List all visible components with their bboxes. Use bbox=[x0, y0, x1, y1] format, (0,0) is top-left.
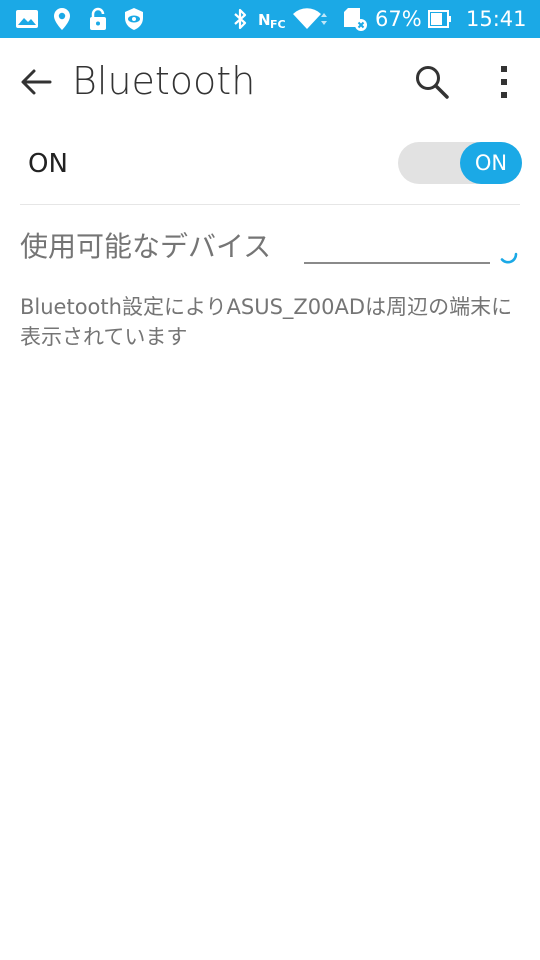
sd-card-icon bbox=[342, 7, 368, 31]
back-button[interactable] bbox=[14, 60, 58, 104]
section-divider bbox=[304, 262, 490, 264]
bluetooth-toggle-row[interactable]: ON ON bbox=[20, 124, 522, 205]
visibility-info-text: Bluetooth設定によりASUS_Z00ADは周辺の端末に表示されています bbox=[20, 295, 513, 349]
page-title: Bluetooth bbox=[72, 59, 256, 103]
toggle-label: ON bbox=[28, 149, 68, 179]
clock: 15:41 bbox=[466, 7, 527, 31]
available-devices-title: 使用可能なデバイス bbox=[20, 230, 272, 263]
svg-text:FC: FC bbox=[270, 18, 286, 31]
arrow-back-icon bbox=[21, 69, 52, 95]
location-icon bbox=[50, 7, 74, 31]
bluetooth-icon bbox=[230, 7, 250, 31]
battery-icon bbox=[428, 7, 452, 31]
loading-spinner-icon bbox=[500, 252, 518, 264]
status-bar: N FC 67% 15:41 bbox=[0, 0, 540, 38]
battery-percent: 67% bbox=[375, 7, 422, 31]
wifi-icon bbox=[292, 7, 328, 31]
nfc-icon: N FC bbox=[256, 7, 288, 31]
image-icon bbox=[14, 7, 40, 31]
search-icon bbox=[416, 66, 449, 99]
lock-open-icon bbox=[86, 7, 110, 31]
switch-knob: ON bbox=[460, 142, 522, 184]
bluetooth-switch[interactable]: ON bbox=[398, 142, 522, 184]
app-bar: Bluetooth bbox=[0, 38, 540, 124]
more-options-button[interactable] bbox=[484, 58, 524, 106]
more-vert-icon bbox=[501, 66, 507, 98]
search-button[interactable] bbox=[408, 58, 456, 106]
shield-eye-icon bbox=[122, 7, 146, 31]
svg-text:N: N bbox=[258, 11, 271, 29]
